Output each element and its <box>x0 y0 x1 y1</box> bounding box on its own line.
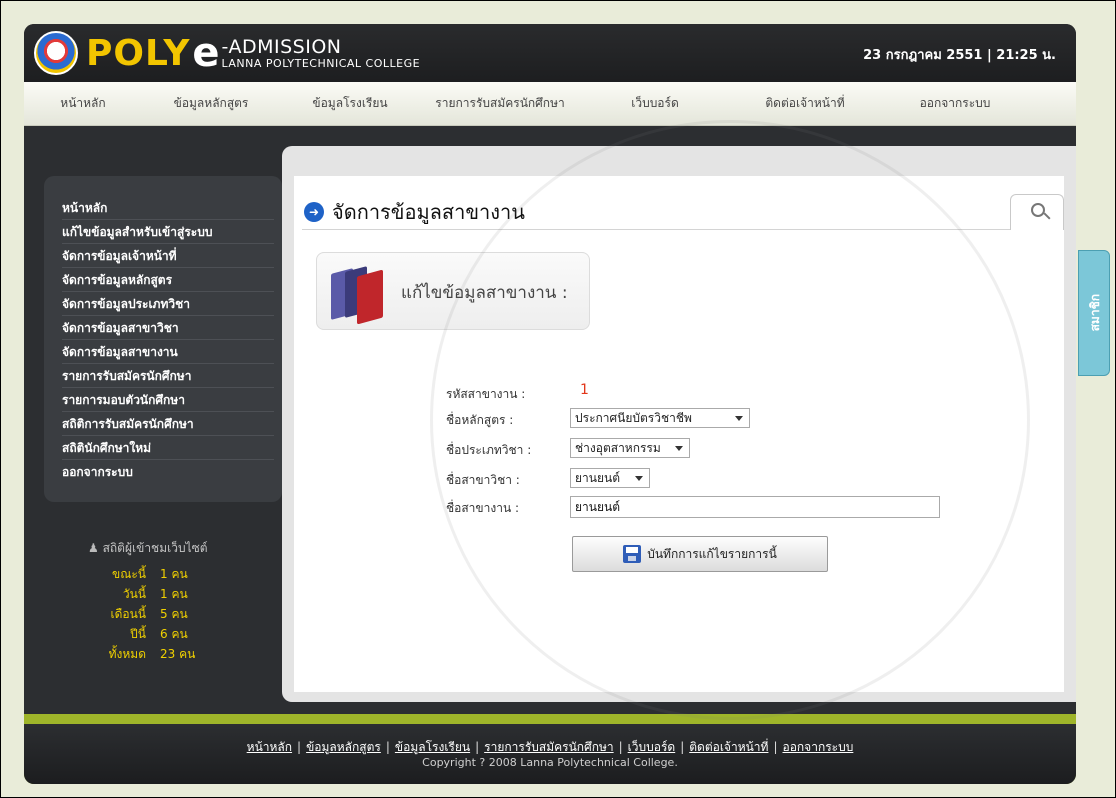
sidebar-item-staff[interactable]: จัดการข้อมูลเจ้าหน้าที่ <box>62 244 274 268</box>
logo-poly-text: POLY <box>86 32 191 74</box>
stat-label: เดือนนี้ <box>110 607 146 621</box>
chevron-down-icon <box>635 476 643 481</box>
sidebar-item-subject-types[interactable]: จัดการข้อมูลประเภทวิชา <box>62 292 274 316</box>
chevron-down-icon <box>735 416 743 421</box>
footer-link-applications[interactable]: รายการรับสมัครนักศึกษา <box>484 740 613 754</box>
stat-value: 5 คน <box>160 607 188 621</box>
search-tab[interactable] <box>1010 194 1064 230</box>
course-select[interactable]: ประกาศนียบัตรวิชาชีพ <box>570 408 750 428</box>
sidebar-menu: หน้าหลัก แก้ไขข้อมูลสำหรับเข้าสู่ระบบ จั… <box>44 176 282 502</box>
member-side-tab-label: สมาชิก <box>1087 294 1102 332</box>
work-field-input[interactable] <box>570 496 940 518</box>
sidebar-item-home[interactable]: หน้าหลัก <box>62 196 274 220</box>
header: POLY e -ADMISSION LANNA POLYTECHNICAL CO… <box>24 24 1076 82</box>
footer-link-webboard[interactable]: เว็บบอร์ด <box>628 740 676 754</box>
code-value: 1 <box>580 382 589 398</box>
stat-row: วันนี้ 1 คน <box>84 584 244 604</box>
edit-banner-text: แก้ไขข้อมูลสาขางาน : <box>401 283 568 303</box>
code-label: รหัสสาขางาน : <box>446 387 526 401</box>
type-label: ชื่อประเภทวิชา : <box>446 443 532 457</box>
logo-e-text: e <box>192 30 220 76</box>
sidebar-item-applications[interactable]: รายการรับสมัครนักศึกษา <box>62 364 274 388</box>
sidebar-item-work-fields[interactable]: จัดการข้อมูลสาขางาน <box>62 340 274 364</box>
stat-label: วันนี้ <box>122 587 146 601</box>
save-button-label: บันทึกการแก้ไขรายการนี้ <box>647 546 777 561</box>
top-nav: หน้าหลัก ข้อมูลหลักสูตร ข้อมูลโรงเรียน ร… <box>24 82 1076 126</box>
form-row-major: ชื่อสาขาวิชา : ยานยนต์ <box>294 468 1064 490</box>
footer-links: หน้าหลัก | ข้อมูลหลักสูตร | ข้อมูลโรงเรียน | ร… <box>246 740 854 754</box>
member-side-tab[interactable]: สมาชิก <box>1078 250 1110 376</box>
app-frame: POLY e -ADMISSION LANNA POLYTECHNICAL CO… <box>24 24 1076 784</box>
sidebar-item-logout[interactable]: ออกจากระบบ <box>62 460 274 484</box>
major-select-value: ยานยนต์ <box>575 471 620 485</box>
sidebar-item-new-student-stats[interactable]: สถิตินักศึกษาใหม่ <box>62 436 274 460</box>
major-label: ชื่อสาขาวิชา : <box>446 473 520 487</box>
logo-college-text: LANNA POLYTECHNICAL COLLEGE <box>221 56 421 70</box>
footer-link-home[interactable]: หน้าหลัก <box>247 740 292 754</box>
title-divider <box>302 229 1052 230</box>
nav-logout[interactable]: ออกจากระบบ <box>880 94 1030 113</box>
visitor-stats-title: ♟ สถิติผู้เข้าชมเว็บไซต์ <box>88 539 244 558</box>
page-title: ➜ จัดการข้อมูลสาขางาน <box>304 196 525 228</box>
form-row-type: ชื่อประเภทวิชา : ช่างอุตสาหกรรม <box>294 438 1064 460</box>
stat-row: เดือนนี้ 5 คน <box>84 604 244 624</box>
form-row-code: รหัสสาขางาน : 1 <box>294 382 1064 404</box>
main-content: ➜ จัดการข้อมูลสาขางาน แก้ไขข้อมูลสาขางาน… <box>282 146 1076 702</box>
type-select[interactable]: ช่างอุตสาหกรรม <box>570 438 690 458</box>
sidebar-item-application-stats[interactable]: สถิติการรับสมัครนักศึกษา <box>62 412 274 436</box>
edit-banner: แก้ไขข้อมูลสาขางาน : <box>316 252 590 330</box>
nav-webboard[interactable]: เว็บบอร์ด <box>580 94 730 113</box>
sidebar-item-majors[interactable]: จัดการข้อมูลสาขาวิชา <box>62 316 274 340</box>
stat-row: ทั้งหมด 23 คน <box>84 644 244 664</box>
floppy-disk-icon <box>623 545 642 563</box>
stat-value: 1 คน <box>160 587 188 601</box>
stat-row: ขณะนี้ 1 คน <box>84 564 244 584</box>
work-label: ชื่อสาขางาน : <box>446 501 520 515</box>
nav-applications[interactable]: รายการรับสมัครนักศึกษา <box>420 94 580 113</box>
form-row-work: ชื่อสาขางาน : <box>294 496 1064 518</box>
form-row-course: ชื่อหลักสูตร : ประกาศนียบัตรวิชาชีพ <box>294 408 1064 430</box>
user-icon: ♟ <box>88 541 99 555</box>
sidebar-item-edit-login[interactable]: แก้ไขข้อมูลสำหรับเข้าสู่ระบบ <box>62 220 274 244</box>
nav-contact[interactable]: ติดต่อเจ้าหน้าที่ <box>730 94 880 113</box>
stat-label: ขณะนี้ <box>112 567 146 581</box>
content-panel: ➜ จัดการข้อมูลสาขางาน แก้ไขข้อมูลสาขางาน… <box>294 176 1064 692</box>
logo-text: -ADMISSION LANNA POLYTECHNICAL COLLEGE <box>221 35 421 70</box>
sidebar-item-courses[interactable]: จัดการข้อมูลหลักสูตร <box>62 268 274 292</box>
stat-row: ปีนี้ 6 คน <box>84 624 244 644</box>
sidebar-item-enrollment[interactable]: รายการมอบตัวนักศึกษา <box>62 388 274 412</box>
page-title-text: จัดการข้อมูลสาขางาน <box>332 200 525 224</box>
stat-value: 6 คน <box>160 627 188 641</box>
nav-home[interactable]: หน้าหลัก <box>24 94 142 113</box>
magnifier-icon <box>1031 203 1045 217</box>
type-select-value: ช่างอุตสาหกรรม <box>575 441 661 455</box>
nav-school-info[interactable]: ข้อมูลโรงเรียน <box>280 94 420 113</box>
footer: หน้าหลัก | ข้อมูลหลักสูตร | ข้อมูลโรงเรียน | ร… <box>24 724 1076 784</box>
logo-admission-text: -ADMISSION <box>221 35 342 58</box>
copyright-text: Copyright ? 2008 Lanna Polytechnical Col… <box>422 756 678 769</box>
footer-link-logout[interactable]: ออกจากระบบ <box>783 740 854 754</box>
footer-link-contact[interactable]: ติดต่อเจ้าหน้าที่ <box>689 740 768 754</box>
stat-label: ทั้งหมด <box>108 647 146 661</box>
nav-course-info[interactable]: ข้อมูลหลักสูตร <box>142 94 280 113</box>
major-select[interactable]: ยานยนต์ <box>570 468 650 488</box>
stat-value: 23 คน <box>160 647 196 661</box>
chevron-down-icon <box>675 446 683 451</box>
arrow-right-circle-icon: ➜ <box>304 202 324 222</box>
header-datetime: 23 กรกฎาคม 2551 | 21:25 น. <box>863 48 1056 63</box>
save-button[interactable]: บันทึกการแก้ไขรายการนี้ <box>572 536 828 572</box>
course-select-value: ประกาศนียบัตรวิชาชีพ <box>575 411 692 425</box>
site-logo[interactable]: POLY e -ADMISSION LANNA POLYTECHNICAL CO… <box>34 30 420 76</box>
college-emblem-icon <box>34 31 78 75</box>
stat-label: ปีนี้ <box>130 627 146 641</box>
visitor-stats: ♟ สถิติผู้เข้าชมเว็บไซต์ ขณะนี้ 1 คน วัน… <box>84 539 244 664</box>
stat-value: 1 คน <box>160 567 188 581</box>
course-label: ชื่อหลักสูตร : <box>446 413 514 427</box>
visitor-stats-title-text: สถิติผู้เข้าชมเว็บไซต์ <box>102 541 208 555</box>
footer-link-course-info[interactable]: ข้อมูลหลักสูตร <box>306 740 381 754</box>
footer-link-school-info[interactable]: ข้อมูลโรงเรียน <box>395 740 470 754</box>
books-icon <box>327 261 387 325</box>
